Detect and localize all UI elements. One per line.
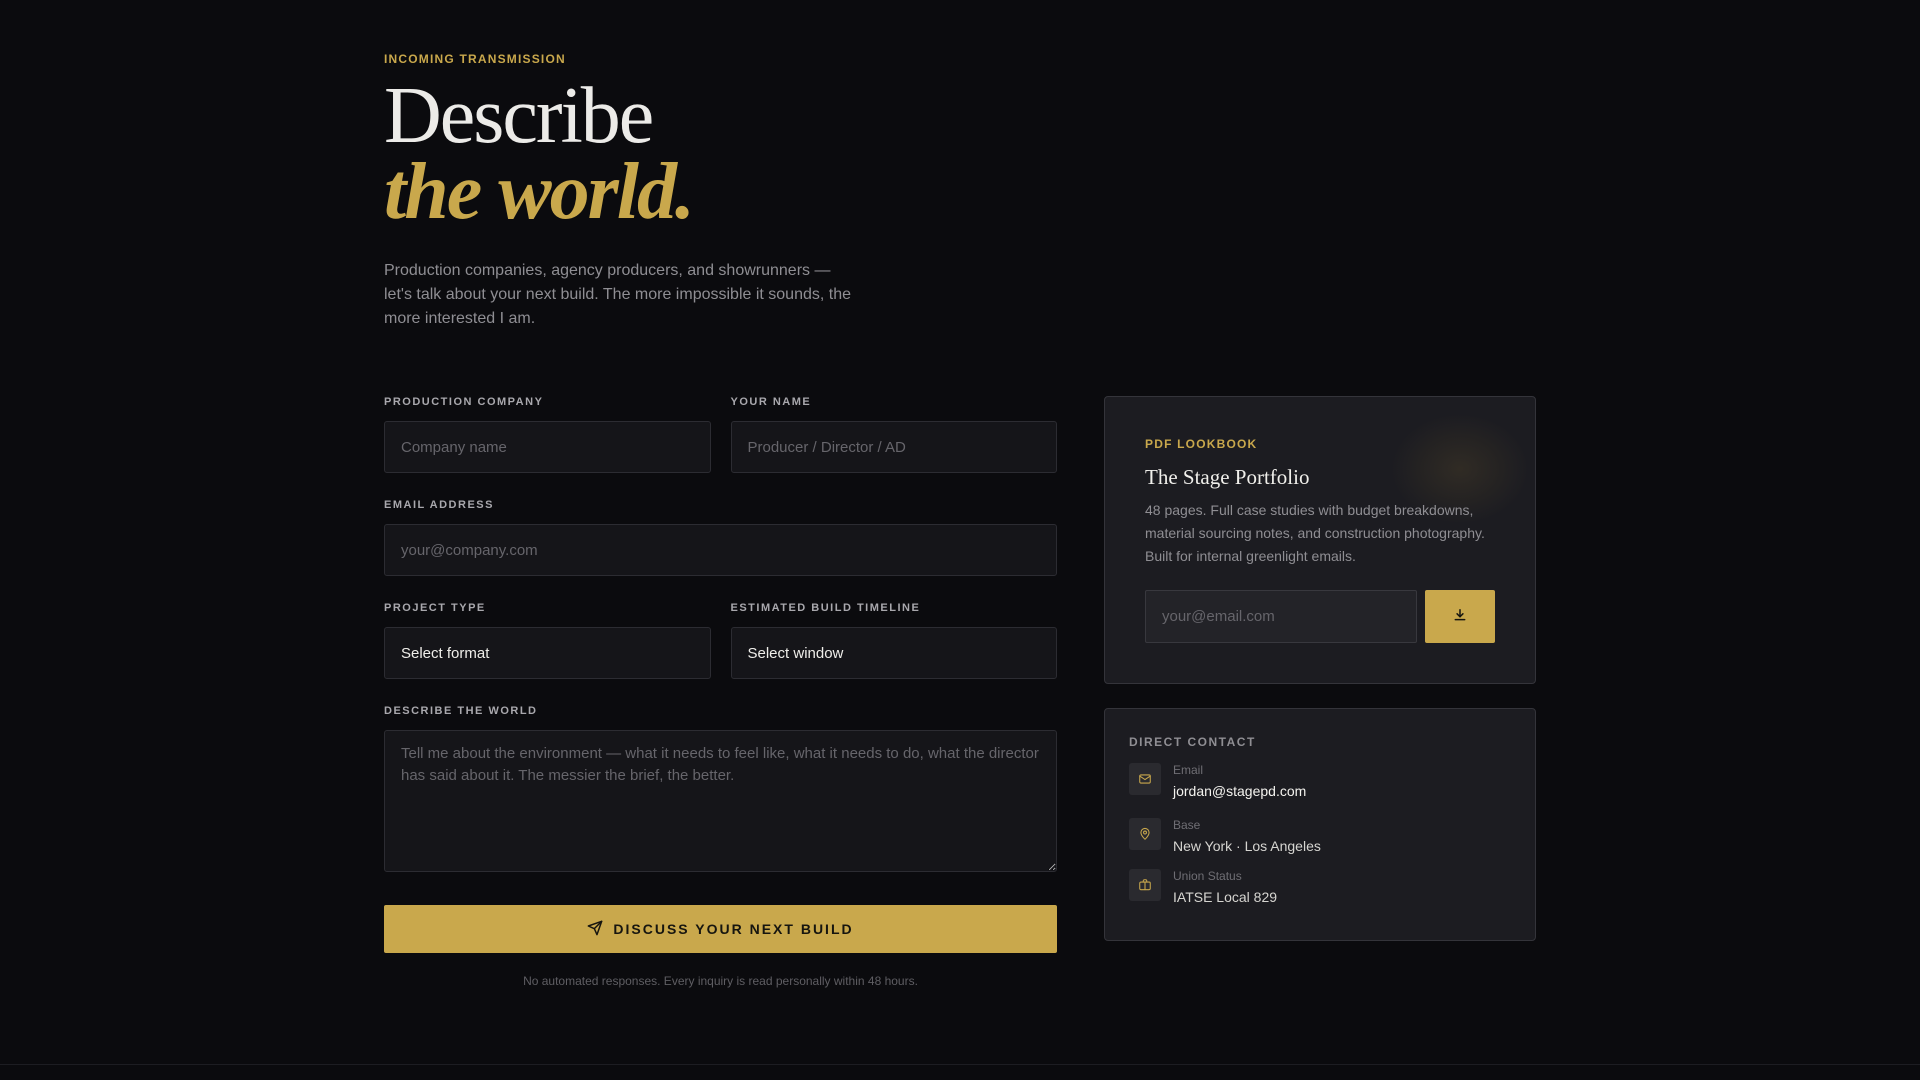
direct-contact-content: DIRECT CONTACT Email jordan@stagepd.com <box>1129 735 1511 905</box>
project-type-field-group: PROJECT TYPE Select format <box>384 602 711 679</box>
hero-intro: Production companies, agency producers, … <box>384 262 852 327</box>
timeline-label: ESTIMATED BUILD TIMELINE <box>730 602 921 614</box>
download-button[interactable] <box>1425 590 1495 643</box>
form-row-email: EMAIL ADDRESS <box>384 499 1057 576</box>
mail-icon <box>1129 763 1161 795</box>
company-field-group: PRODUCTION COMPANY <box>384 396 711 473</box>
send-icon <box>587 920 603 939</box>
timeline-select[interactable]: Select window <box>730 627 1057 679</box>
contact-union-value: IATSE Local 829 <box>1173 889 1278 905</box>
name-field-group: YOUR NAME <box>730 396 1057 473</box>
name-input[interactable] <box>730 421 1057 473</box>
email-input[interactable] <box>384 524 1057 576</box>
lookbook-title: The Stage Portfolio <box>1145 465 1310 489</box>
describe-label: DESCRIBE THE WORLD <box>384 705 538 717</box>
hero-eyebrow: INCOMING TRANSMISSION <box>384 52 566 66</box>
footer-divider <box>0 1064 1920 1065</box>
contact-email-key: Email <box>1173 763 1204 777</box>
contact-base-text: Base New York · Los Angeles <box>1173 818 1321 854</box>
form-row-company-name: PRODUCTION COMPANY YOUR NAME <box>384 396 1057 473</box>
describe-field-group: DESCRIBE THE WORLD <box>384 705 1057 877</box>
project-type-select[interactable]: Select format <box>384 627 711 679</box>
contact-page: INCOMING TRANSMISSION Describe the world… <box>0 0 1920 1080</box>
email-label: EMAIL ADDRESS <box>384 499 494 511</box>
contact-base-value: New York · Los Angeles <box>1173 838 1321 854</box>
lookbook-eyebrow: PDF LOOKBOOK <box>1145 437 1258 451</box>
company-input[interactable] <box>384 421 711 473</box>
contact-base-key: Base <box>1173 818 1201 832</box>
contact-item-union: Union Status IATSE Local 829 <box>1129 869 1511 905</box>
direct-contact-card: DIRECT CONTACT Email jordan@stagepd.com <box>1104 708 1536 941</box>
contact-union-text: Union Status IATSE Local 829 <box>1173 869 1277 905</box>
form-row-selects: PROJECT TYPE Select format ESTIMATED BUI… <box>384 602 1057 679</box>
contact-email-text: Email jordan@stagepd.com <box>1173 763 1306 799</box>
page-title: Describe the world. <box>384 72 695 236</box>
company-label: PRODUCTION COMPANY <box>384 396 544 408</box>
timeline-selected: Select window <box>747 644 844 662</box>
direct-contact-title: DIRECT CONTACT <box>1129 735 1256 749</box>
inquiry-form: PRODUCTION COMPANY YOUR NAME EMAIL ADDRE… <box>384 396 1057 988</box>
lookbook-card: PDF LOOKBOOK The Stage Portfolio 48 page… <box>1104 396 1536 684</box>
contact-item-base: Base New York · Los Angeles <box>1129 818 1511 854</box>
briefcase-icon <box>1129 869 1161 901</box>
submit-button[interactable]: DISCUSS YOUR NEXT BUILD <box>384 905 1057 953</box>
contact-union-key: Union Status <box>1173 869 1242 883</box>
page-title-line2: the world. <box>384 148 695 236</box>
project-type-label: PROJECT TYPE <box>384 602 486 614</box>
email-field-group: EMAIL ADDRESS <box>384 499 1057 576</box>
form-row-describe: DESCRIBE THE WORLD <box>384 705 1057 877</box>
timeline-field-group: ESTIMATED BUILD TIMELINE Select window <box>730 602 1057 679</box>
map-pin-icon <box>1129 818 1161 850</box>
describe-textarea[interactable] <box>384 730 1057 872</box>
contact-item-email: Email jordan@stagepd.com <box>1129 763 1511 799</box>
lookbook-email-input[interactable] <box>1145 590 1417 643</box>
name-label: YOUR NAME <box>730 396 812 408</box>
contact-email-link[interactable]: jordan@stagepd.com <box>1173 783 1306 799</box>
download-icon <box>1453 608 1467 625</box>
lookbook-description: 48 pages. Full case studies with budget … <box>1145 502 1485 564</box>
project-type-selected: Select format <box>401 644 490 662</box>
lookbook-content: PDF LOOKBOOK The Stage Portfolio 48 page… <box>1145 437 1495 643</box>
lookbook-form <box>1145 590 1495 643</box>
page-title-line1: Describe <box>384 72 654 160</box>
form-note: No automated responses. Every inquiry is… <box>523 974 918 988</box>
submit-label: DISCUSS YOUR NEXT BUILD <box>613 921 854 937</box>
